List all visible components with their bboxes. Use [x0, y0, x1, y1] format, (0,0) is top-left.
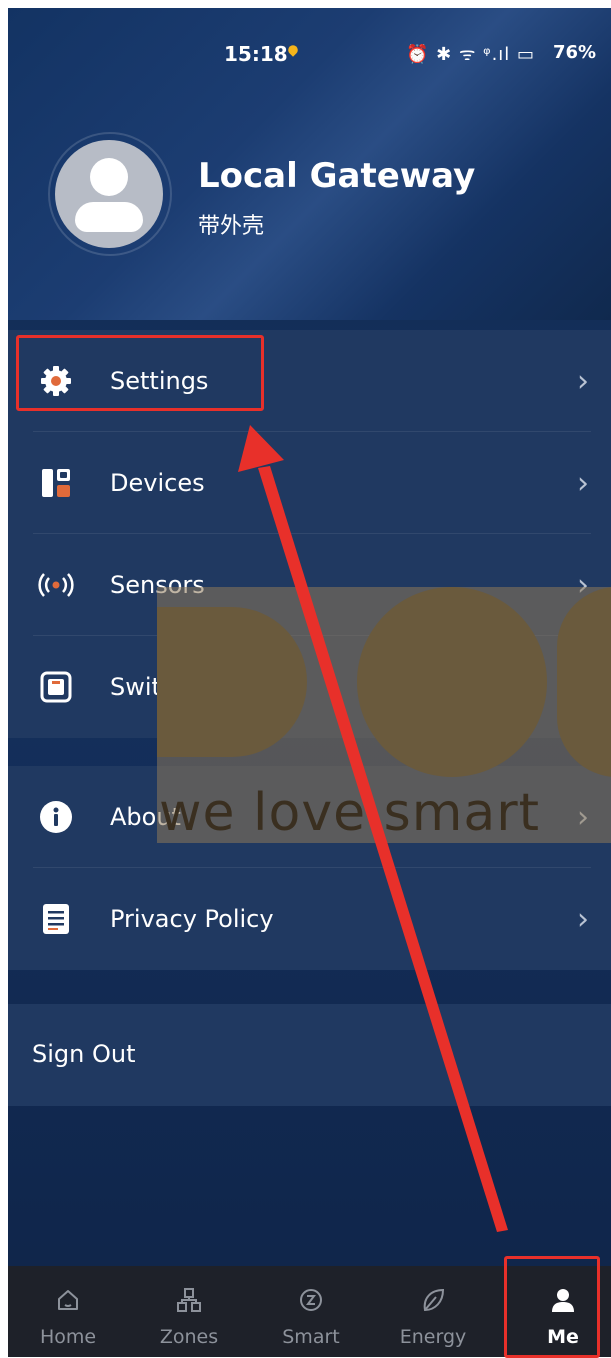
- tab-home[interactable]: Home: [8, 1266, 128, 1357]
- chevron-right-icon: ›: [577, 799, 589, 835]
- smart-icon: [300, 1289, 322, 1311]
- profile-subtitle: 带外壳: [198, 214, 265, 239]
- sign-out-button[interactable]: Sign Out: [8, 1004, 611, 1106]
- person-icon: [552, 1289, 574, 1312]
- profile-header: 15:18 ⏰ ✱ ᯤ ᵠ.ıl ▭ 76% Local Gateway 带外壳: [8, 8, 611, 320]
- chevron-right-icon: ›: [577, 363, 589, 399]
- menu-item-switches[interactable]: Switches ›: [8, 636, 611, 738]
- devices-icon: [42, 469, 70, 497]
- battery-percentage: 76%: [553, 42, 597, 63]
- tab-label: Energy: [399, 1326, 467, 1348]
- tab-label: Home: [39, 1326, 97, 1348]
- home-icon: [58, 1290, 78, 1310]
- chevron-right-icon: ›: [577, 901, 589, 937]
- leaf-icon: [423, 1288, 445, 1312]
- chevron-right-icon: ›: [577, 669, 589, 705]
- tab-me[interactable]: Me: [503, 1266, 611, 1357]
- bottom-tab-bar: Home Zones Smart Energy Me: [8, 1266, 611, 1357]
- tab-label: Me: [547, 1326, 579, 1348]
- menu-item-label: Settings: [110, 367, 209, 395]
- menu-item-privacy-policy[interactable]: Privacy Policy ›: [8, 868, 611, 970]
- tab-energy[interactable]: Energy: [373, 1266, 493, 1357]
- menu-item-label: Sensors: [110, 571, 205, 599]
- switch-icon: [40, 671, 72, 703]
- gear-icon: [41, 366, 71, 396]
- menu-item-label: Privacy Policy: [110, 905, 274, 933]
- tab-zones[interactable]: Zones: [129, 1266, 249, 1357]
- tab-label: Smart: [282, 1326, 340, 1348]
- tab-label: Zones: [159, 1326, 219, 1348]
- menu-item-sensors[interactable]: Sensors ›: [8, 534, 611, 636]
- status-icons: ⏰ ✱ ᯤ ᵠ.ıl ▭: [406, 44, 536, 65]
- document-icon: [43, 904, 69, 934]
- tab-smart[interactable]: Smart: [251, 1266, 371, 1357]
- avatar-head: [90, 158, 128, 196]
- menu-item-about[interactable]: About ›: [8, 766, 611, 868]
- menu-item-label: About: [110, 803, 181, 831]
- menu-item-label: Switches: [110, 673, 217, 701]
- chevron-right-icon: ›: [577, 465, 589, 501]
- menu-group-main: Settings › Devices › Sensors › Switches …: [8, 330, 611, 738]
- avatar[interactable]: [55, 140, 163, 248]
- avatar-body: [75, 202, 143, 232]
- chevron-right-icon: ›: [577, 567, 589, 603]
- status-bar: 15:18 ⏰ ✱ ᯤ ᵠ.ıl ▭ 76%: [8, 8, 611, 66]
- sensor-icon: [38, 573, 74, 597]
- profile-name[interactable]: Local Gateway: [198, 156, 475, 196]
- menu-group-info: About › Privacy Policy ›: [8, 766, 611, 970]
- info-icon: [40, 801, 72, 833]
- flame-icon: [286, 43, 300, 57]
- menu-item-devices[interactable]: Devices ›: [8, 432, 611, 534]
- phone-screen: 15:18 ⏰ ✱ ᯤ ᵠ.ıl ▭ 76% Local Gateway 带外壳: [8, 8, 611, 1357]
- menu-item-settings[interactable]: Settings ›: [8, 330, 611, 432]
- menu-item-label: Devices: [110, 469, 205, 497]
- status-time: 15:18: [224, 42, 288, 66]
- zones-icon: [177, 1288, 201, 1312]
- sign-out-label: Sign Out: [32, 1040, 136, 1068]
